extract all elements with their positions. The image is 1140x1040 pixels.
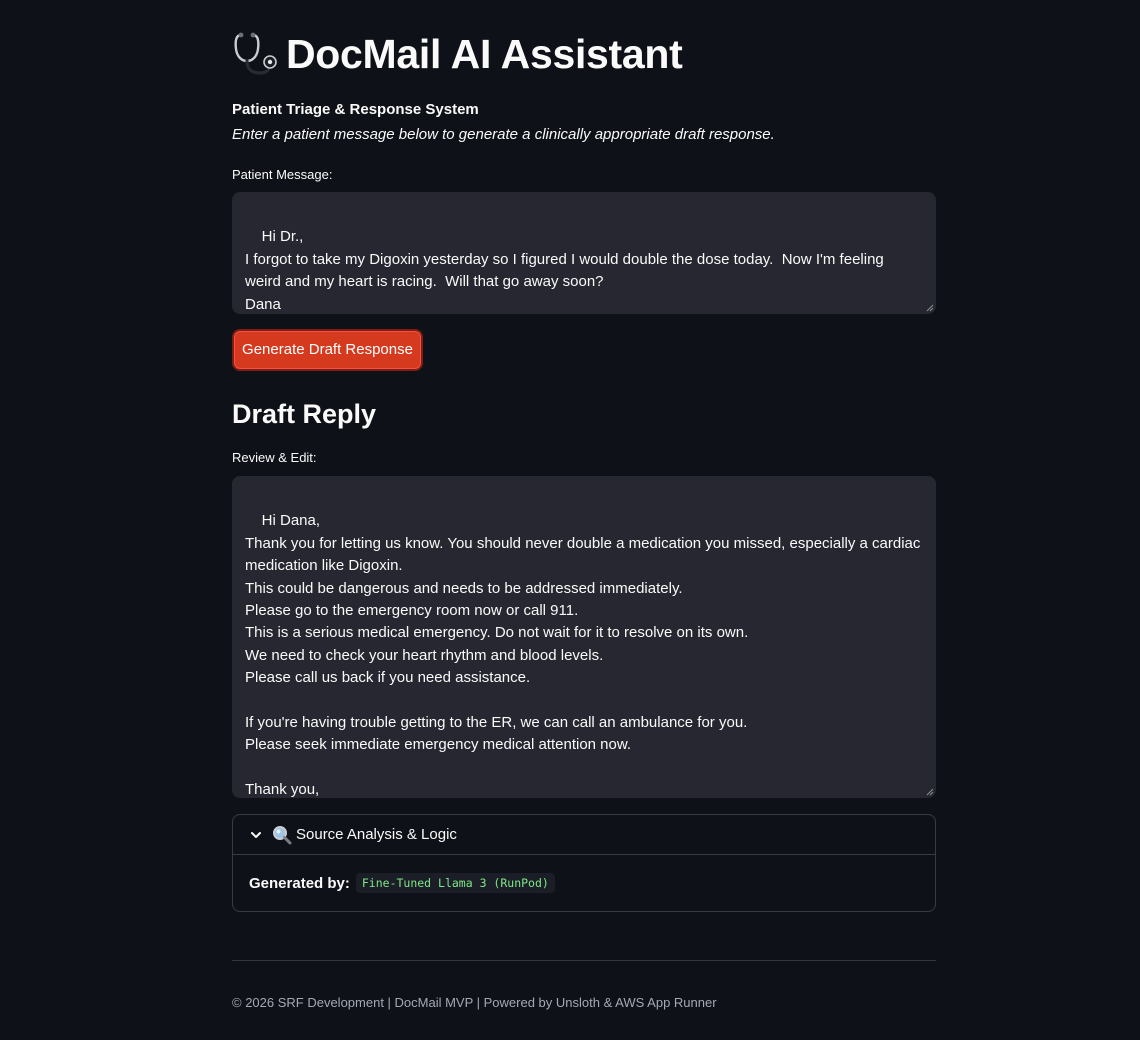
source-analysis-expander: Source Analysis & Logic Generated by: Fi… — [232, 814, 936, 912]
footer-text: © 2026 SRF Development | DocMail MVP | P… — [232, 995, 717, 1010]
draft-reply-input[interactable]: Hi Dana, Thank you for letting us know. … — [232, 476, 936, 798]
generated-by-label: Generated by: — [249, 874, 350, 892]
expander-header[interactable]: Source Analysis & Logic — [233, 815, 935, 855]
review-edit-label: Review & Edit: — [232, 450, 317, 465]
patient-message-label: Patient Message: — [232, 167, 333, 182]
expander-body: Generated by: Fine-Tuned Llama 3 (RunPod… — [249, 873, 555, 893]
resize-grip-icon[interactable] — [926, 788, 934, 796]
draft-reply-heading: Draft Reply — [232, 399, 377, 429]
model-name-code: Fine-Tuned Llama 3 (RunPod) — [355, 873, 555, 893]
expander-title: Source Analysis & Logic — [296, 825, 457, 843]
generate-draft-button[interactable]: Generate Draft Response — [232, 329, 423, 371]
chevron-down-icon — [251, 831, 261, 838]
draft-reply-text: Hi Dana, Thank you for letting us know. … — [245, 512, 921, 798]
title-row: DocMail AI Assistant — [232, 28, 683, 80]
footer-divider — [232, 960, 936, 961]
page-title: DocMail AI Assistant — [286, 31, 683, 77]
page-subtitle: Patient Triage & Response System — [232, 101, 479, 118]
magnifying-glass-icon — [273, 825, 292, 844]
resize-grip-icon[interactable] — [926, 304, 934, 312]
patient-message-text: Hi Dr., I forgot to take my Digoxin yest… — [245, 228, 884, 313]
stethoscope-icon — [234, 32, 277, 75]
patient-message-input[interactable]: Hi Dr., I forgot to take my Digoxin yest… — [232, 192, 936, 314]
page-intro: Enter a patient message below to generat… — [232, 126, 775, 143]
